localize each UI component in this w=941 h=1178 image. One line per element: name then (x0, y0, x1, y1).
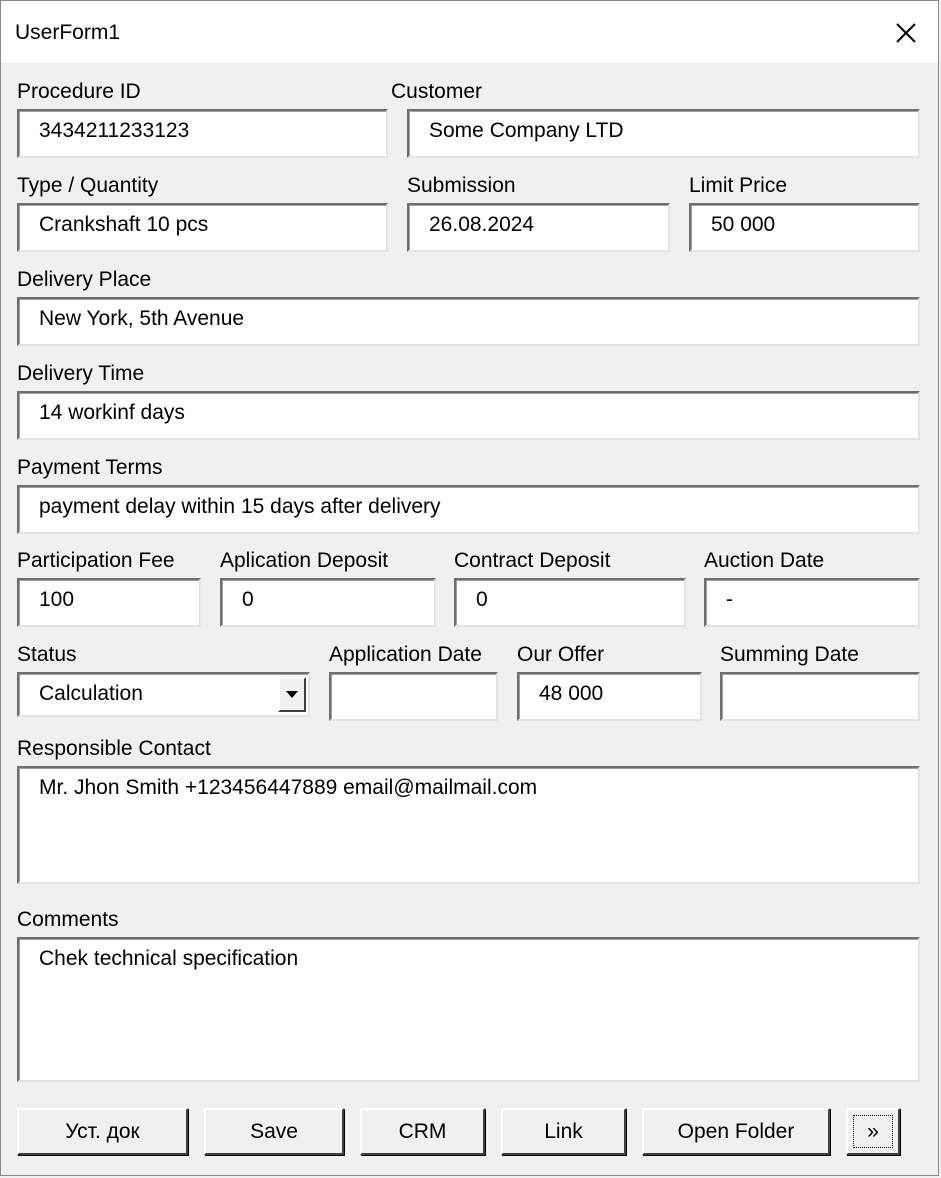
link-button[interactable]: Link (501, 1108, 626, 1155)
close-button[interactable] (884, 11, 928, 55)
payment-terms-label: Payment Terms (17, 456, 163, 479)
delivery-place-field[interactable]: New York, 5th Avenue (17, 297, 920, 346)
contract-deposit-field[interactable]: 0 (454, 578, 686, 627)
application-deposit-field[interactable]: 0 (220, 578, 436, 627)
more-button[interactable]: » (846, 1108, 900, 1155)
submission-field[interactable]: 26.08.2024 (407, 203, 670, 252)
responsible-contact-label: Responsible Contact (17, 737, 211, 760)
crm-button[interactable]: CRM (360, 1108, 485, 1155)
status-dropdown-button[interactable] (278, 677, 306, 712)
customer-field[interactable]: Some Company LTD (407, 109, 920, 158)
responsible-contact-field[interactable]: Mr. Jhon Smith +123456447889 email@mailm… (17, 766, 920, 884)
window-title: UserForm1 (15, 21, 121, 44)
limit-price-field[interactable]: 50 000 (689, 203, 920, 252)
title-bar: UserForm1 (1, 1, 938, 63)
type-quantity-field[interactable]: Crankshaft 10 pcs (17, 203, 388, 252)
auction-date-label: Auction Date (704, 549, 825, 572)
comments-label: Comments (17, 908, 119, 931)
delivery-place-label: Delivery Place (17, 268, 152, 291)
chevron-down-icon (286, 691, 298, 698)
submission-label: Submission (407, 174, 516, 197)
payment-terms-field[interactable]: payment delay within 15 days after deliv… (17, 485, 920, 534)
save-button[interactable]: Save (204, 1108, 344, 1155)
auction-date-field[interactable]: - (704, 578, 920, 627)
close-icon (896, 23, 916, 43)
open-folder-button[interactable]: Open Folder (642, 1108, 830, 1155)
userform-window: UserForm1 Procedure ID 3434211233123 Cus… (0, 0, 939, 1176)
summing-date-label: Summing Date (720, 643, 859, 666)
status-label: Status (17, 643, 77, 666)
our-offer-label: Our Offer (517, 643, 605, 666)
application-deposit-label: Aplication Deposit (220, 549, 389, 572)
status-select[interactable]: Calculation (17, 672, 310, 717)
summing-date-field[interactable] (720, 672, 920, 721)
procedure-id-label: Procedure ID (17, 80, 141, 103)
our-offer-field[interactable]: 48 000 (517, 672, 702, 721)
delivery-time-label: Delivery Time (17, 362, 145, 385)
participation-fee-field[interactable]: 100 (17, 578, 201, 627)
type-quantity-label: Type / Quantity (17, 174, 159, 197)
status-value: Calculation (39, 682, 143, 705)
customer-label: Customer (391, 80, 483, 103)
procedure-id-field[interactable]: 3434211233123 (17, 109, 388, 158)
comments-field[interactable]: Chek technical specification (17, 937, 920, 1082)
ust-dok-button[interactable]: Уст. док (17, 1108, 188, 1155)
contract-deposit-label: Contract Deposit (454, 549, 611, 572)
participation-fee-label: Participation Fee (17, 549, 175, 572)
delivery-time-field[interactable]: 14 workinf days (17, 391, 920, 440)
limit-price-label: Limit Price (689, 174, 788, 197)
application-date-label: Application Date (329, 643, 482, 666)
application-date-field[interactable] (329, 672, 498, 721)
more-button-label: » (853, 1115, 893, 1148)
